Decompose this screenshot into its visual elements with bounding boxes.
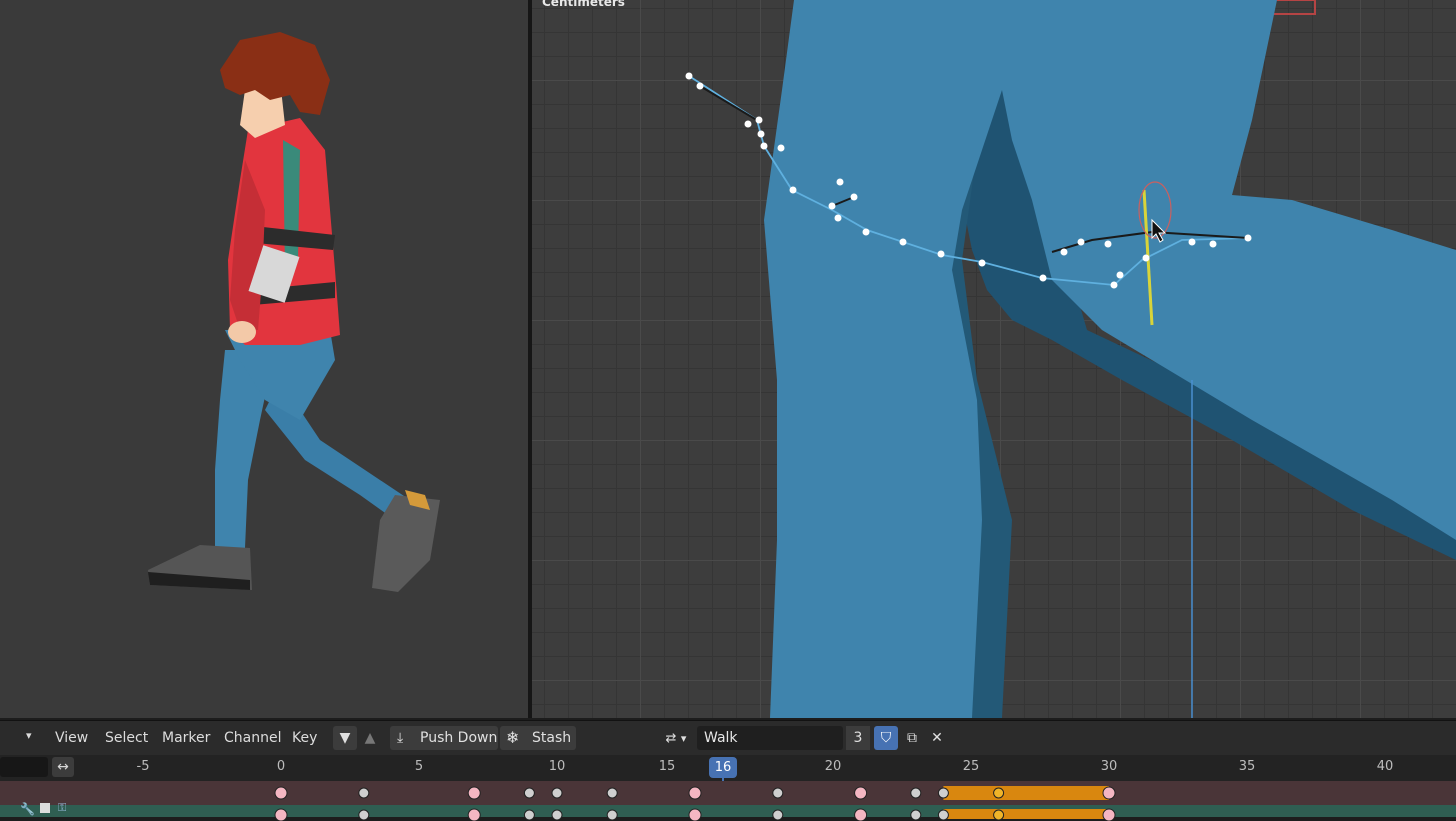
push-down-icon: ⤓	[397, 730, 404, 746]
ruler-label: 10	[548, 759, 566, 774]
keyframe[interactable]	[523, 787, 535, 799]
stash-label: Stash	[532, 730, 572, 746]
menu-key[interactable]: Key	[292, 730, 317, 746]
chevron-down-icon: ▾	[26, 729, 32, 742]
viewport-camera[interactable]	[0, 0, 528, 718]
ruler-label: 15	[658, 759, 676, 774]
snowflake-icon: ❄	[506, 728, 520, 747]
close-icon: ✕	[931, 730, 943, 746]
hold-range-bar	[943, 809, 1109, 819]
ruler-label: 20	[824, 759, 842, 774]
keyframe[interactable]	[688, 808, 702, 821]
stash-button[interactable]: ❄ Stash	[500, 726, 576, 750]
keyframe[interactable]	[993, 787, 1005, 799]
action-icon: ⇄	[665, 731, 677, 746]
menu-channel[interactable]: Channel	[224, 730, 281, 746]
keyframe[interactable]	[467, 786, 481, 800]
keyframe-track[interactable]	[0, 781, 1456, 821]
dope-sheet-header: ▾ View Select Marker Channel Key ▼ ▲ ⤓ P…	[0, 720, 1456, 755]
keyframe[interactable]	[688, 786, 702, 800]
chevron-down-icon: ▾	[680, 732, 687, 745]
keyframe[interactable]	[854, 786, 868, 800]
keyframe[interactable]	[993, 809, 1005, 821]
ruler-label: 30	[1100, 759, 1118, 774]
keyframe[interactable]	[772, 809, 784, 821]
menu-marker[interactable]: Marker	[162, 730, 210, 746]
new-action-button[interactable]: ⧉	[900, 726, 924, 750]
hold-range-bar	[943, 786, 1109, 800]
keyframe[interactable]	[551, 787, 563, 799]
keyframe[interactable]	[551, 809, 563, 821]
keyframe[interactable]	[606, 809, 618, 821]
action-name-field[interactable]: Walk	[697, 726, 843, 750]
keyframe[interactable]	[772, 787, 784, 799]
action-users-count: 3	[846, 726, 870, 750]
shield-icon: ⛉	[880, 730, 892, 746]
menu-select[interactable]: Select	[105, 730, 148, 746]
keyframe[interactable]	[358, 787, 370, 799]
viewport-zoomed[interactable]: Centimeters	[532, 0, 1456, 718]
keyframe[interactable]	[467, 808, 481, 821]
ruler-label: 40	[1376, 759, 1394, 774]
browse-action-dropdown[interactable]: ⇄ ▾	[657, 726, 695, 750]
layer-next-button[interactable]: ▲	[359, 726, 381, 750]
channel-region-header	[0, 757, 48, 777]
keyframe[interactable]	[358, 809, 370, 821]
keyframe[interactable]	[910, 809, 922, 821]
unlink-action-button[interactable]: ✕	[925, 726, 949, 750]
keyframe[interactable]	[910, 787, 922, 799]
keyframe[interactable]	[937, 787, 949, 799]
ruler-label: 35	[1238, 759, 1256, 774]
triangle-down-icon: ▼	[339, 730, 351, 746]
keyframe[interactable]	[937, 809, 949, 821]
duplicate-icon: ⧉	[907, 730, 917, 746]
keyframe[interactable]	[274, 786, 288, 800]
menu-view[interactable]: View	[55, 730, 88, 746]
keyframe[interactable]	[274, 808, 288, 821]
character-render	[148, 32, 440, 592]
layer-prev-button[interactable]: ▼	[333, 726, 357, 750]
units-label: Centimeters	[542, 0, 625, 9]
fake-user-button[interactable]: ⛉	[874, 726, 898, 750]
ruler-label: 0	[276, 759, 286, 774]
keyframe[interactable]	[523, 809, 535, 821]
expand-horizontal-icon[interactable]: ↔	[52, 757, 74, 777]
keyframe[interactable]	[854, 808, 868, 821]
zoom-scene	[685, 0, 1456, 718]
ruler-label: -5	[136, 759, 150, 774]
ruler-label: 5	[414, 759, 424, 774]
keyframe[interactable]	[1102, 786, 1116, 800]
keyframe[interactable]	[1102, 808, 1116, 821]
keyframe[interactable]	[606, 787, 618, 799]
triangle-up-icon: ▲	[364, 730, 376, 746]
push-down-label: Push Down	[420, 730, 498, 746]
push-down-button[interactable]: ⤓ Push Down	[390, 726, 498, 750]
current-frame-indicator[interactable]: 16	[709, 757, 737, 778]
ruler-label: 25	[962, 759, 980, 774]
